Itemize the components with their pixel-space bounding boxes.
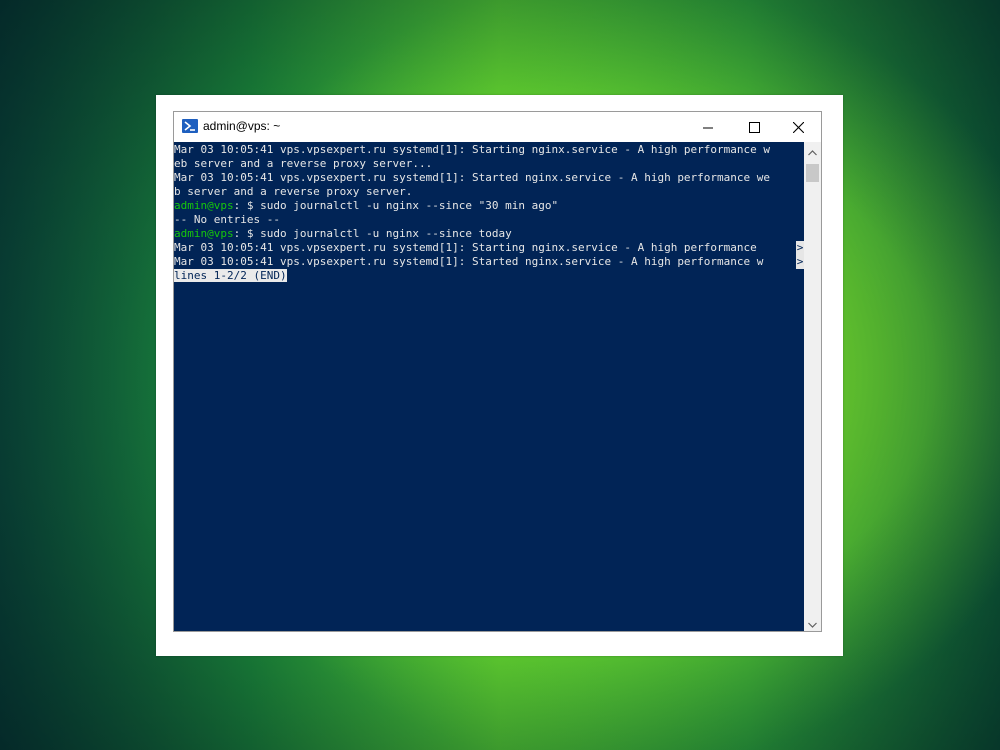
pager-status-line: lines 1-2/2 (END) [174, 269, 287, 283]
window-title: admin@vps: ~ [203, 119, 281, 133]
terminal-output[interactable]: Mar 03 10:05:41 vps.vpsexpert.ru systemd… [174, 142, 804, 631]
close-icon [792, 118, 804, 137]
maximize-button[interactable] [731, 112, 777, 142]
pager-status: lines 1-2/2 (END) [174, 269, 287, 282]
close-button[interactable] [775, 112, 821, 142]
title-bar[interactable]: admin@vps: ~ [174, 112, 821, 142]
no-entries-message: -- No entries -- [174, 213, 280, 226]
minimize-icon [703, 118, 713, 137]
prompt-user: admin@vps [174, 199, 234, 212]
maximize-icon [748, 118, 760, 137]
command-line: admin@vps: $ sudo journalctl -u nginx --… [174, 199, 558, 213]
output-line: b server and a reverse proxy server. [174, 185, 413, 198]
command-text: : $ sudo journalctl -u nginx --since tod… [233, 227, 512, 240]
terminal-window: admin@vps: ~ Mar 03 10:05:41 vps.vpsexpe… [173, 111, 822, 632]
command-line: admin@vps: $ sudo journalctl -u nginx --… [174, 227, 512, 241]
prompt-user: admin@vps [174, 227, 234, 240]
chevron-down-icon [808, 613, 817, 632]
scroll-up-button[interactable] [804, 142, 821, 159]
pager-line: Mar 03 10:05:41 vps.vpsexpert.ru systemd… [174, 255, 764, 268]
scroll-down-button[interactable] [804, 614, 821, 631]
output-line: eb server and a reverse proxy server... [174, 157, 433, 170]
minimize-button[interactable] [685, 112, 731, 142]
powershell-icon [182, 119, 198, 133]
output-line: Mar 03 10:05:41 vps.vpsexpert.ru systemd… [174, 143, 771, 156]
vertical-scrollbar[interactable] [804, 142, 821, 631]
output-line: Mar 03 10:05:41 vps.vpsexpert.ru systemd… [174, 171, 771, 184]
command-text: : $ sudo journalctl -u nginx --since "30… [233, 199, 559, 212]
pager-line: Mar 03 10:05:41 vps.vpsexpert.ru systemd… [174, 241, 764, 254]
truncation-marker: > [796, 255, 804, 269]
chevron-up-icon [808, 141, 817, 160]
scrollbar-thumb[interactable] [806, 164, 819, 182]
truncation-marker: > [796, 241, 804, 255]
